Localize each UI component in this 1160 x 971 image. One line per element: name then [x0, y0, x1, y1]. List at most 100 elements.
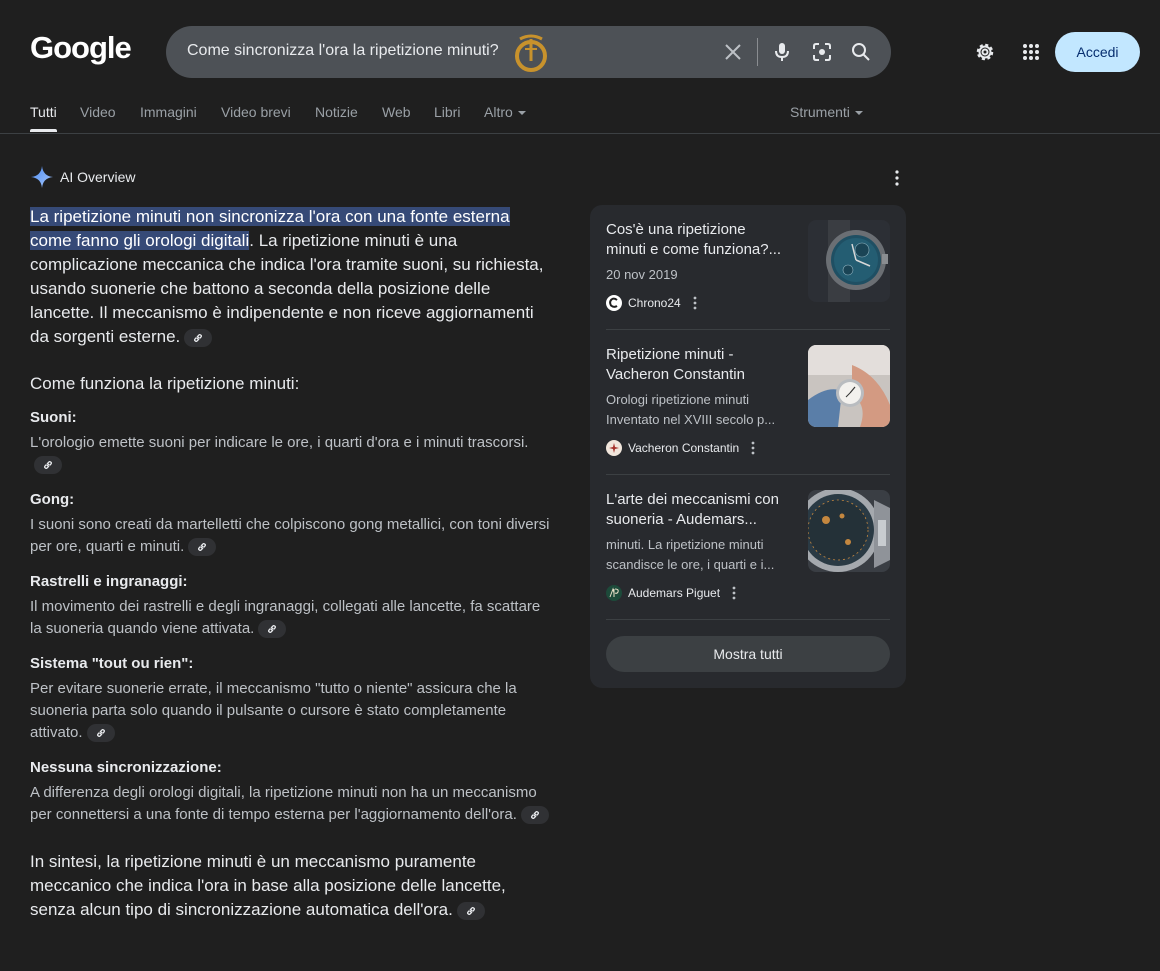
watch-thumbnail-image[interactable]: [808, 490, 890, 572]
source-name: Chrono24: [628, 296, 681, 310]
item-title: Gong:: [30, 491, 75, 508]
list-item: Sistema "tout ou rien": Per evitare suon…: [30, 654, 550, 744]
lens-camera-icon[interactable]: [810, 40, 834, 64]
source-snippet-line: Inventato nel XVIII secolo p...: [606, 412, 776, 427]
summary-paragraph: In sintesi, la ripetizione minuti è un m…: [30, 850, 550, 922]
gemini-sparkle-icon: [31, 166, 53, 188]
list-item: Suoni: L'orologio emette suoni per indic…: [30, 408, 550, 476]
source-snippet-line: minuti. La ripetizione minuti: [606, 537, 764, 552]
chevron-down-icon: [517, 111, 526, 116]
vacheron-favicon: [606, 440, 622, 456]
source-card-chrono24[interactable]: Cos'è una ripetizione minuti e come funz…: [606, 205, 890, 330]
tab-tutti[interactable]: Tutti: [30, 104, 57, 120]
more-options-icon[interactable]: [751, 441, 755, 455]
ai-overview-content: La ripetizione minuti non sincronizza l'…: [30, 205, 550, 922]
more-options-icon[interactable]: [732, 586, 736, 600]
divider: [606, 619, 890, 620]
source-link-chip[interactable]: [188, 538, 217, 557]
item-text-block: I suoni sono creati da martelletti che c…: [30, 514, 550, 558]
sources-panel: Cos'è una ripetizione minuti e come funz…: [590, 205, 906, 688]
doodle-icon[interactable]: [514, 31, 550, 73]
active-tab-indicator: [30, 129, 57, 132]
source-title-line: L'arte dei meccanismi con: [606, 491, 779, 508]
tools-button[interactable]: Strumenti: [790, 104, 863, 120]
tools-label: Strumenti: [790, 104, 850, 120]
source-title[interactable]: L'arte dei meccanismi con suoneria - Aud…: [606, 490, 798, 530]
item-text: L'orologio emette suoni per indicare le …: [30, 434, 529, 451]
item-text-block: Il movimento dei rastrelli e degli ingra…: [30, 596, 550, 640]
item-title: Rastrelli e ingranaggi:: [30, 573, 188, 590]
tab-notizie[interactable]: Notizie: [315, 104, 358, 120]
link-icon: [530, 810, 539, 820]
more-options-icon[interactable]: [693, 296, 697, 310]
tab-video[interactable]: Video: [80, 104, 116, 120]
item-text-block: L'orologio emette suoni per indicare le …: [30, 432, 550, 476]
source-attribution: Chrono24: [606, 295, 697, 311]
link-icon: [96, 728, 105, 738]
section-heading: Come funziona la ripetizione minuti:: [30, 374, 300, 393]
item-text: I suoni sono creati da martelletti che c…: [30, 516, 550, 555]
source-title[interactable]: Cos'è una ripetizione minuti e come funz…: [606, 220, 798, 260]
source-name: Audemars Piguet: [628, 586, 721, 600]
source-title-line: Vacheron Constantin: [606, 366, 745, 383]
header: Google Come sincronizza l'ora la ripetiz…: [0, 0, 1160, 100]
source-title-line: Cos'è una ripetizione: [606, 221, 746, 238]
more-options-icon[interactable]: [888, 168, 906, 188]
source-card-vacheron[interactable]: Ripetizione minuti - Vacheron Constantin…: [606, 330, 890, 456]
watch-thumbnail-image[interactable]: [808, 220, 890, 302]
item-text: A differenza degli orologi digitali, la …: [30, 784, 537, 823]
source-link-chip[interactable]: [456, 901, 485, 920]
tab-web[interactable]: Web: [382, 104, 411, 120]
item-title: Sistema "tout ou rien":: [30, 655, 194, 672]
tab-video-brevi[interactable]: Video brevi: [221, 104, 291, 120]
search-input[interactable]: Come sincronizza l'ora la ripetizione mi…: [187, 42, 499, 60]
item-text-block: Per evitare suonerie errate, il meccanis…: [30, 678, 550, 744]
summary-text: In sintesi, la ripetizione minuti è un m…: [30, 852, 506, 919]
chevron-down-icon: [854, 111, 863, 116]
source-title[interactable]: Ripetizione minuti - Vacheron Constantin: [606, 345, 798, 385]
show-all-button[interactable]: Mostra tutti: [606, 636, 890, 672]
tab-immagini[interactable]: Immagini: [140, 104, 197, 120]
source-snippet-line: Orologi ripetizione minuti: [606, 392, 750, 407]
chrono24-favicon: [606, 295, 622, 311]
tab-altro-label: Altro: [484, 104, 513, 120]
settings-gear-icon[interactable]: [973, 40, 997, 64]
source-link-chip[interactable]: [86, 724, 115, 743]
source-snippet: minuti. La ripetizione minuti scandisce …: [606, 535, 798, 575]
link-icon: [268, 624, 277, 634]
item-title: Suoni:: [30, 409, 77, 426]
source-title-line: Ripetizione minuti -: [606, 346, 734, 363]
sign-in-button[interactable]: Accedi: [1055, 32, 1140, 72]
search-divider: [757, 38, 758, 66]
source-link-chip[interactable]: [258, 620, 287, 639]
ai-overview-title: AI Overview: [60, 169, 136, 185]
clear-search-icon[interactable]: [721, 40, 745, 64]
list-item: Rastrelli e ingranaggi: Il movimento dei…: [30, 572, 550, 640]
list-item: Gong: I suoni sono creati da martelletti…: [30, 490, 550, 558]
search-tabs: Tutti Video Immagini Video brevi Notizie…: [0, 100, 1160, 134]
source-attribution: Audemars Piguet: [606, 585, 736, 601]
source-link-chip[interactable]: [34, 456, 62, 475]
item-text-block: A differenza degli orologi digitali, la …: [30, 782, 550, 826]
source-link-chip[interactable]: [184, 328, 213, 347]
microphone-icon[interactable]: [770, 40, 794, 64]
source-snippet: Orologi ripetizione minuti Inventato nel…: [606, 390, 798, 430]
link-icon: [43, 460, 53, 470]
ai-intro-paragraph: La ripetizione minuti non sincronizza l'…: [30, 205, 550, 349]
link-icon: [466, 906, 475, 915]
source-title-line: minuti e come funziona?...: [606, 241, 782, 258]
search-bar[interactable]: Come sincronizza l'ora la ripetizione mi…: [166, 26, 891, 78]
apps-grid-icon[interactable]: [1019, 40, 1043, 64]
watch-thumbnail-image[interactable]: [808, 345, 890, 427]
search-icon[interactable]: [849, 40, 873, 64]
tab-libri[interactable]: Libri: [434, 104, 460, 120]
link-icon: [198, 542, 207, 552]
google-logo[interactable]: Google: [30, 30, 132, 66]
list-item: Nessuna sincronizzazione: A differenza d…: [30, 758, 550, 826]
source-link-chip[interactable]: [520, 806, 549, 825]
source-attribution: Vacheron Constantin: [606, 440, 755, 456]
tab-altro[interactable]: Altro: [484, 104, 526, 120]
item-title: Nessuna sincronizzazione:: [30, 759, 222, 776]
source-card-audemars[interactable]: L'arte dei meccanismi con suoneria - Aud…: [606, 475, 890, 601]
audemars-piguet-favicon: [606, 585, 622, 601]
